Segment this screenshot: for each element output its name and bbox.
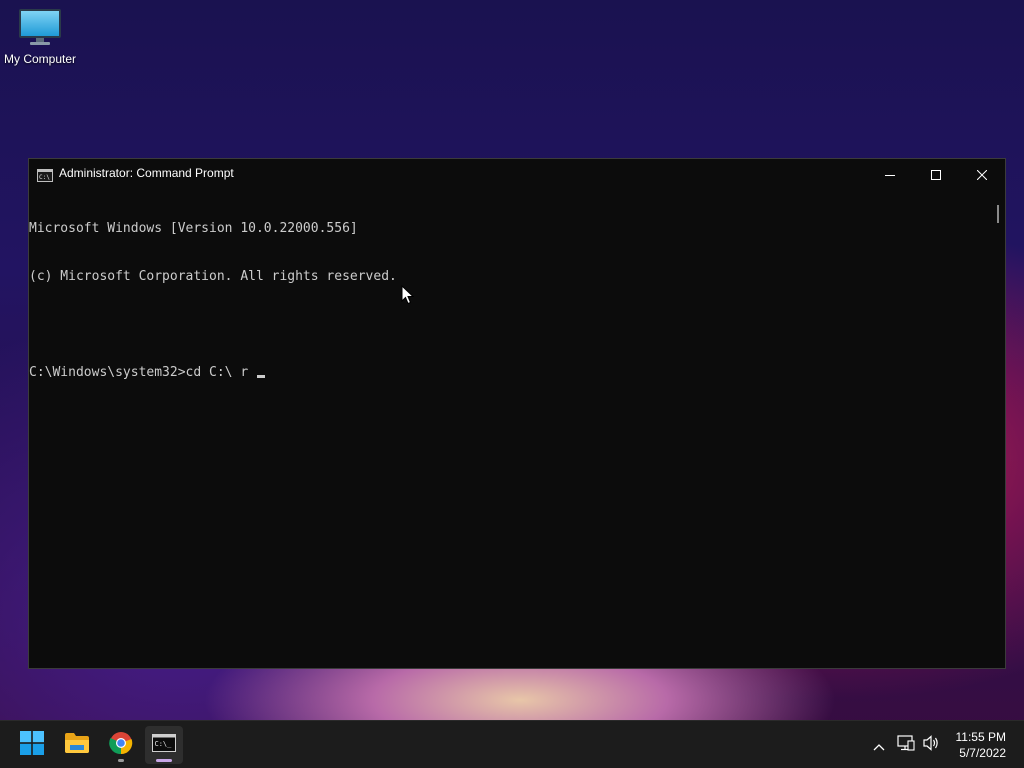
desktop-icon-label: My Computer bbox=[3, 52, 77, 66]
clock-date: 5/7/2022 bbox=[959, 746, 1006, 760]
svg-text:C:\_: C:\_ bbox=[155, 740, 173, 748]
cmd-icon: C:\ bbox=[37, 167, 53, 182]
cmd-icon: C:\_ bbox=[152, 734, 176, 756]
monitor-icon bbox=[18, 8, 62, 46]
volume-button[interactable] bbox=[920, 721, 942, 768]
maximize-icon bbox=[931, 165, 941, 184]
svg-text:C:\: C:\ bbox=[39, 174, 50, 181]
clock[interactable]: 11:55 PM 5/7/2022 bbox=[956, 729, 1006, 761]
vertical-scrollbar[interactable] bbox=[991, 189, 1005, 668]
console-line: (c) Microsoft Corporation. All rights re… bbox=[29, 269, 397, 284]
desktop-icon-my-computer[interactable]: My Computer bbox=[0, 8, 80, 78]
taskbar: C:\_ 11:55 PM 5/7/2022 bbox=[0, 720, 1024, 768]
scrollbar-thumb[interactable] bbox=[997, 205, 999, 223]
window-title: Administrator: Command Prompt bbox=[59, 166, 234, 180]
minimize-icon bbox=[885, 165, 895, 184]
start-button[interactable] bbox=[13, 726, 51, 764]
network-button[interactable] bbox=[895, 721, 917, 768]
active-indicator bbox=[156, 759, 172, 762]
close-icon bbox=[976, 165, 988, 184]
taskbar-file-explorer[interactable] bbox=[58, 726, 96, 764]
clock-time: 11:55 PM bbox=[955, 730, 1006, 744]
close-button[interactable] bbox=[959, 159, 1005, 189]
show-hidden-icons-button[interactable] bbox=[868, 721, 890, 768]
taskbar-chrome[interactable] bbox=[102, 726, 140, 764]
console-prompt-line[interactable]: C:\Windows\system32>cd C:\ r bbox=[29, 365, 991, 381]
title-bar[interactable]: C:\ Administrator: Command Prompt bbox=[29, 159, 1005, 189]
command-prompt-window[interactable]: C:\ Administrator: Command Prompt Micros… bbox=[28, 158, 1006, 669]
minimize-button[interactable] bbox=[867, 159, 913, 189]
console-output[interactable]: Microsoft Windows [Version 10.0.22000.55… bbox=[29, 189, 991, 668]
maximize-button[interactable] bbox=[913, 159, 959, 189]
desktop: My Computer C:\ Administrator: Command P… bbox=[0, 0, 1024, 768]
console-input: C:\Windows\system32>cd C:\ r bbox=[29, 365, 256, 380]
folder-icon bbox=[64, 732, 90, 758]
taskbar-command-prompt[interactable]: C:\_ bbox=[145, 726, 183, 764]
text-cursor bbox=[256, 375, 265, 378]
console-line: Microsoft Windows [Version 10.0.22000.55… bbox=[29, 221, 358, 236]
running-indicator bbox=[118, 759, 124, 762]
chrome-icon bbox=[109, 731, 133, 759]
network-icon bbox=[897, 735, 915, 755]
volume-icon bbox=[922, 735, 940, 755]
mouse-pointer-icon bbox=[401, 284, 415, 305]
windows-logo-icon bbox=[20, 731, 44, 759]
chevron-up-icon bbox=[873, 736, 885, 755]
